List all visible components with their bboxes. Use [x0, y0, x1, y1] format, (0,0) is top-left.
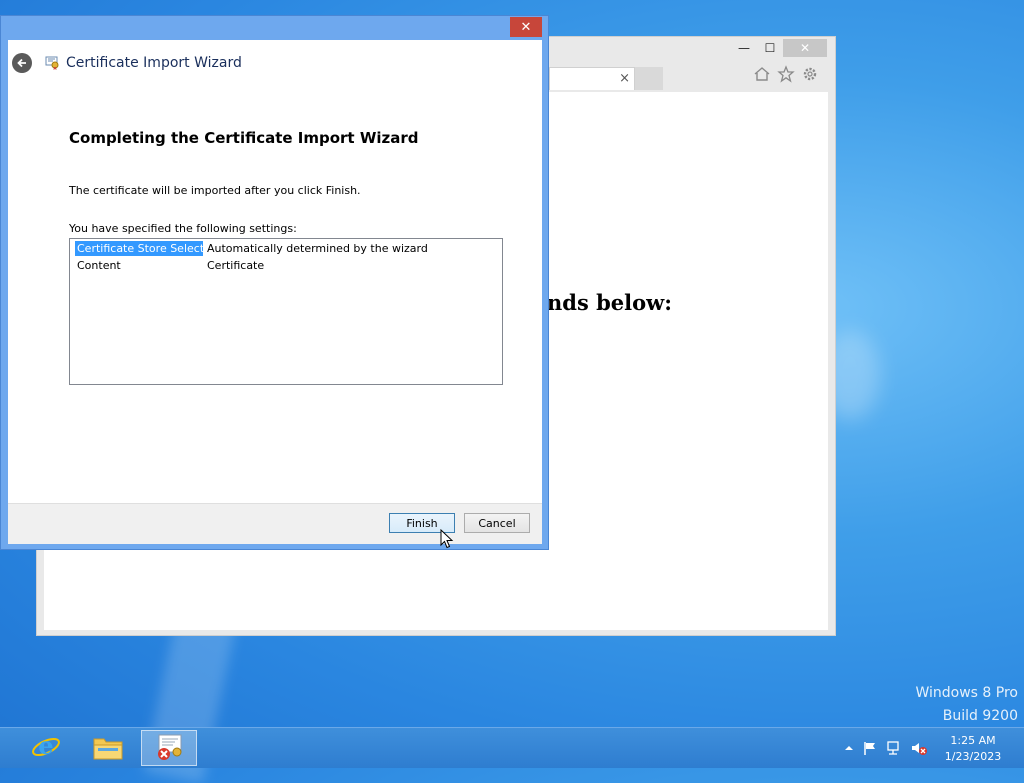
ie-tab[interactable]: ×: [549, 67, 635, 90]
mouse-cursor-icon: [440, 528, 454, 549]
settings-gear-icon[interactable]: [801, 65, 819, 87]
ie-tab-close-icon[interactable]: ×: [619, 71, 630, 86]
page-heading-partial: nds below:: [547, 290, 672, 315]
taskbar-certificate-wizard-button[interactable]: [141, 730, 197, 766]
wizard-info-text: The certificate will be imported after y…: [69, 184, 361, 197]
folder-icon: [92, 733, 124, 764]
ie-icon: e: [31, 731, 61, 765]
wizard-footer: Finish Cancel: [8, 503, 542, 544]
certificate-import-wizard: ✕ Certificate Import Wizard Completing t…: [0, 15, 549, 550]
volume-muted-icon[interactable]: [910, 740, 928, 759]
ie-maximize-button[interactable]: ☐: [757, 39, 783, 57]
home-icon[interactable]: [753, 65, 771, 87]
taskbar: e 1:25 AM 1/23/2023: [0, 727, 1024, 768]
settings-value: Certificate: [207, 259, 265, 272]
svg-text:e: e: [38, 732, 53, 760]
wizard-body: Completing the Certificate Import Wizard…: [8, 86, 542, 503]
settings-value: Automatically determined by the wizard: [207, 242, 428, 255]
taskbar-ie-button[interactable]: e: [18, 730, 74, 766]
certificate-icon: [153, 732, 185, 765]
ie-toolbar: [753, 65, 819, 87]
os-watermark-line1: Windows 8 Pro: [915, 685, 1018, 701]
favorites-star-icon[interactable]: [777, 65, 795, 87]
ie-new-tab-button[interactable]: [635, 67, 663, 90]
wizard-header: Certificate Import Wizard: [8, 40, 542, 86]
clock-date: 1/23/2023: [944, 750, 1002, 763]
wizard-title: Certificate Import Wizard: [66, 55, 242, 71]
action-center-flag-icon[interactable]: [862, 740, 878, 759]
settings-list[interactable]: Certificate Store Selected Automatically…: [69, 238, 503, 385]
show-hidden-icons-chevron-icon[interactable]: [844, 740, 854, 759]
ie-minimize-button[interactable]: —: [731, 39, 757, 57]
taskbar-clock[interactable]: 1:25 AM 1/23/2023: [940, 733, 1006, 765]
certificate-icon: [44, 54, 60, 70]
ie-close-button[interactable]: ✕: [783, 39, 827, 57]
network-icon[interactable]: [886, 740, 902, 759]
wizard-heading: Completing the Certificate Import Wizard: [69, 129, 419, 147]
settings-key: Certificate Store Selected: [75, 241, 218, 256]
clock-time: 1:25 AM: [950, 734, 996, 747]
system-tray: [844, 740, 928, 759]
back-arrow-icon[interactable]: [12, 53, 32, 73]
cancel-button[interactable]: Cancel: [464, 513, 530, 533]
wizard-close-button[interactable]: ✕: [510, 17, 542, 37]
os-watermark-line2: Build 9200: [942, 708, 1018, 724]
ie-caption-buttons: — ☐ ✕: [731, 39, 827, 59]
settings-label: You have specified the following setting…: [69, 222, 297, 235]
settings-key: Content: [77, 259, 121, 272]
taskbar-explorer-button[interactable]: [80, 730, 136, 766]
